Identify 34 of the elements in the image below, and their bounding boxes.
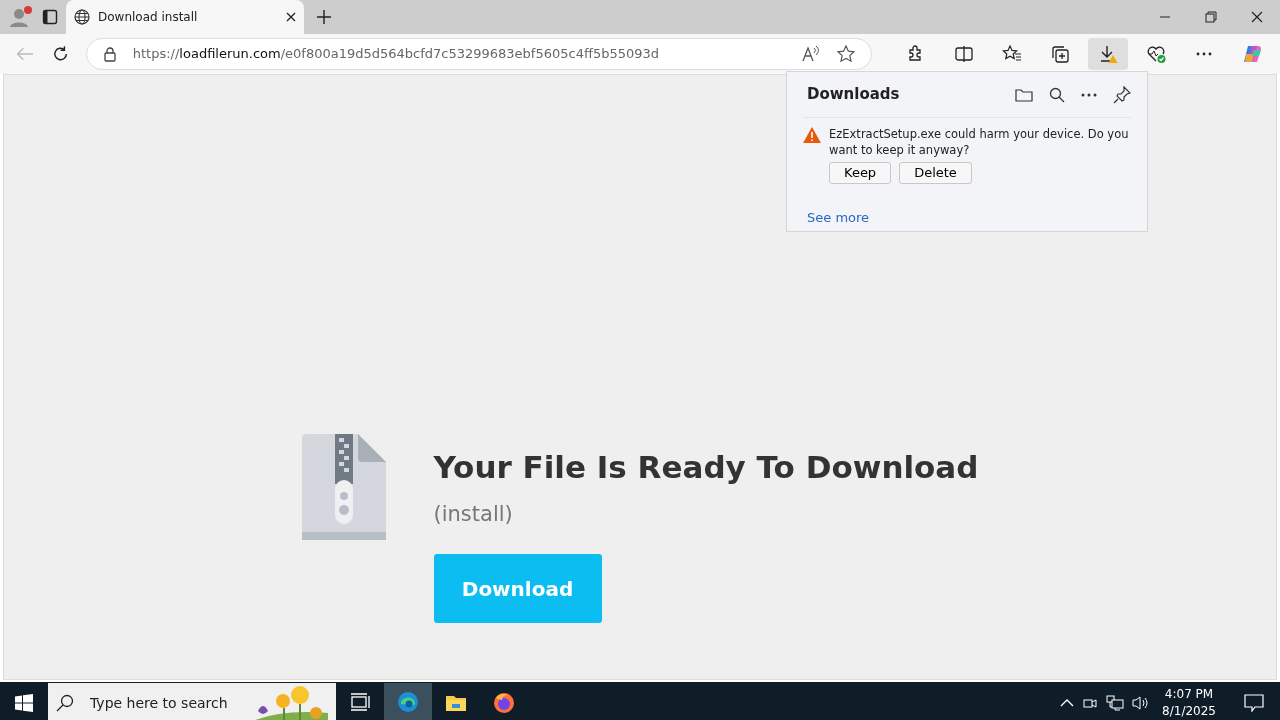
action-button[interactable]: Keep [829, 162, 892, 184]
network-icon[interactable] [1106, 695, 1125, 711]
panel-title: Downloads [807, 84, 901, 106]
browser-icon[interactable] [384, 683, 432, 720]
clock-time[interactable]: 4:07 PM [1162, 686, 1216, 703]
zip-file-icon [301, 434, 386, 540]
search-icon [56, 694, 74, 712]
download-icon[interactable] [1088, 38, 1128, 70]
lock-icon[interactable] [102, 46, 117, 62]
see-more-link[interactable]: See more [807, 210, 870, 225]
taskbar-search[interactable]: Type here to search [48, 683, 336, 720]
notification-icon[interactable] [1244, 694, 1264, 712]
file-name-text: (install) [433, 500, 514, 528]
more-icon[interactable] [1081, 92, 1097, 97]
search-icon[interactable] [1049, 86, 1065, 103]
tab-title: Download install [98, 9, 199, 26]
address-bar[interactable]: https://loadfilerun.com/e0f800a19d5d564bcfd7c53299683ebf5605c4ff5b55093d [85, 38, 872, 70]
star-icon[interactable] [837, 45, 855, 63]
pin-icon[interactable] [1113, 85, 1131, 104]
read-aloud-icon[interactable] [801, 45, 821, 63]
new-tab-icon[interactable] [316, 9, 332, 25]
page-heading: Your File Is Ready To Download [433, 448, 979, 487]
tab-actions-icon[interactable] [42, 9, 58, 25]
globe-icon [74, 9, 90, 25]
speaker-icon[interactable] [1132, 695, 1151, 711]
url-text: https://loadfilerun.com/e0f800a19d5d564bcfd7c53299683ebf5605c4ff5b55093d [132, 45, 661, 64]
clock-date[interactable]: 8/1/2025 [1162, 703, 1216, 720]
warning-icon [803, 127, 821, 143]
chevron-up-icon[interactable] [1060, 698, 1075, 708]
browser-tab[interactable]: Download install [66, 0, 304, 34]
action-button[interactable]: Delete [899, 162, 972, 184]
profile-icon[interactable] [8, 5, 34, 29]
close-tab-icon[interactable] [286, 12, 296, 22]
warning-text: EzExtractSetup.exe could harm your device. Do you want to keep it anyway? [829, 126, 1130, 158]
